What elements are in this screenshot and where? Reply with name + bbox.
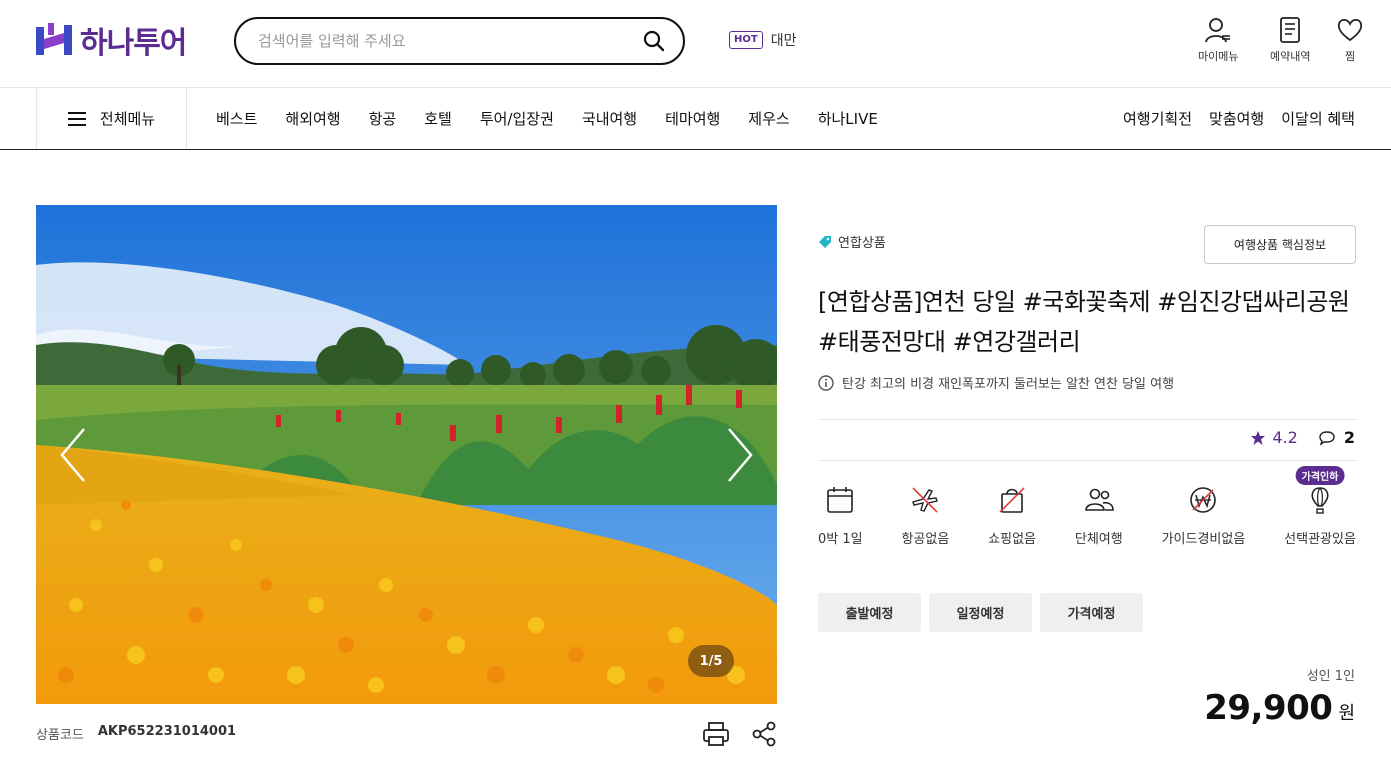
hamburger-icon xyxy=(67,111,86,126)
feature-label: 쇼핑없음 xyxy=(988,532,1037,547)
product-code-row: 상품코드 AKP652231014001 xyxy=(36,724,236,743)
gnb-right: 여행기획전 맞춤여행 이달의 혜택 xyxy=(1123,88,1355,149)
gnb-items: 베스트 해외여행 항공 호텔 투어/입장권 국내여행 테마여행 제우스 하나LI… xyxy=(216,88,878,149)
nav-item-zeus[interactable]: 제우스 xyxy=(748,108,789,129)
tag-icon xyxy=(819,235,831,248)
gallery-counter: 1/5 xyxy=(688,645,734,677)
price-unit-label: 성인 1인 xyxy=(1306,669,1355,684)
nav-item-hana-live[interactable]: 하나LIVE xyxy=(818,108,878,129)
price-currency: 원 xyxy=(1338,703,1355,724)
gallery-prev-arrow[interactable] xyxy=(58,427,88,483)
product-title: [연합상품]연천 당일 #국화꽃축제 #임진강댑싸리공원 #태풍전망대 #연강갤… xyxy=(818,288,1350,356)
util-label: 예약내역 xyxy=(1270,50,1311,63)
feature-label: 단체여행 xyxy=(1074,532,1123,547)
review-count: 2 xyxy=(1343,428,1355,447)
rating-value: 4.2 xyxy=(1272,428,1298,447)
nav-item-monthly-benefits[interactable]: 이달의 혜택 xyxy=(1281,108,1355,129)
nav-item-domestic[interactable]: 국내여행 xyxy=(582,108,637,129)
feature-item: 가격인하 선택관광있음 xyxy=(1284,466,1356,547)
logo-mark-icon xyxy=(36,23,72,55)
no-flight-icon xyxy=(912,487,939,513)
no-shopping-icon xyxy=(999,487,1025,513)
wishlist-button[interactable]: 찜 xyxy=(1336,16,1364,64)
logo-text: 하나투어 xyxy=(80,26,187,61)
hot-keyword-area[interactable]: HOT 대만 xyxy=(729,30,796,50)
hot-keyword[interactable]: 대만 xyxy=(771,30,797,50)
feature-list: 0박 1일 항공없음 쇼핑없음 단체여행 가이드경비없음 가격인하 선택관광있음 xyxy=(818,466,1356,547)
all-menu-button[interactable]: 전체메뉴 xyxy=(36,88,187,149)
util-label: 마이메뉴 xyxy=(1198,50,1239,63)
product-code-label: 상품코드 xyxy=(36,728,84,743)
rating-row: 4.2 2 xyxy=(1250,428,1355,447)
print-icon[interactable] xyxy=(702,720,730,748)
global-nav: 전체메뉴 베스트 해외여행 항공 호텔 투어/입장권 국내여행 테마여행 제우스… xyxy=(0,88,1391,150)
nav-item-promotions[interactable]: 여행기획전 xyxy=(1123,108,1192,129)
tab-itinerary[interactable]: 일정예정 xyxy=(929,593,1032,632)
rating-score: 4.2 xyxy=(1250,428,1298,447)
search-box xyxy=(234,17,685,65)
nav-item-flight[interactable]: 항공 xyxy=(369,108,397,129)
comment-icon xyxy=(1319,430,1335,446)
nav-item-overseas[interactable]: 해외여행 xyxy=(285,108,340,129)
feature-item: 0박 1일 xyxy=(818,484,863,547)
reservations-button[interactable]: 예약내역 xyxy=(1270,16,1310,64)
tab-departure[interactable]: 출발예정 xyxy=(818,593,921,632)
product-tag: 연합상품 xyxy=(818,232,886,251)
heart-icon xyxy=(1337,18,1363,42)
feature-label: 가이드경비없음 xyxy=(1161,532,1246,547)
hot-badge: HOT xyxy=(729,31,763,49)
feature-label: 0박 1일 xyxy=(818,532,863,547)
feature-item: 가이드경비없음 xyxy=(1161,484,1246,547)
calendar-icon xyxy=(827,487,854,513)
price-amount: 29,900 xyxy=(1204,688,1333,728)
nav-item-theme[interactable]: 테마여행 xyxy=(665,108,720,129)
search-input[interactable] xyxy=(258,32,641,50)
no-guide-fee-icon xyxy=(1190,487,1217,513)
feature-item: 단체여행 xyxy=(1075,484,1123,547)
document-icon xyxy=(1280,17,1301,43)
logo[interactable]: 하나투어 xyxy=(36,22,187,61)
feature-item: 쇼핑없음 xyxy=(988,484,1036,547)
nav-item-best[interactable]: 베스트 xyxy=(216,108,257,129)
feature-label: 선택관광있음 xyxy=(1284,532,1356,547)
tag-label: 연합상품 xyxy=(838,236,886,251)
search-button[interactable] xyxy=(641,28,667,54)
star-icon xyxy=(1251,430,1266,445)
product-code-value: AKP652231014001 xyxy=(97,724,237,739)
nav-item-tour-ticket[interactable]: 투어/입장권 xyxy=(480,108,554,129)
share-icon[interactable] xyxy=(750,720,778,748)
gallery-next-arrow[interactable] xyxy=(725,427,755,483)
search-icon xyxy=(643,30,665,52)
divider xyxy=(818,460,1356,461)
price: 29,900 원 xyxy=(1204,688,1355,728)
schedule-tabs: 출발예정 일정예정 가격예정 xyxy=(818,593,1143,632)
divider xyxy=(818,419,1356,420)
balloon-icon xyxy=(1311,487,1329,514)
util-label: 찜 xyxy=(1344,50,1356,63)
share-actions xyxy=(702,720,778,748)
price-drop-badge: 가격인하 xyxy=(1295,466,1345,485)
my-menu-button[interactable]: 마이메뉴 xyxy=(1198,16,1238,64)
review-count-link[interactable]: 2 xyxy=(1318,428,1355,447)
user-icon xyxy=(1205,18,1231,43)
all-menu-label: 전체메뉴 xyxy=(99,110,156,128)
feature-item: 항공없음 xyxy=(901,484,949,547)
header: 하나투어 HOT 대만 마이메뉴 예약내역 xyxy=(0,0,1391,88)
group-icon xyxy=(1084,488,1114,511)
feature-label: 항공없음 xyxy=(901,532,950,547)
product-subtitle: 탄강 최고의 비경 재인폭포까지 둘러보는 알찬 연찬 당일 여행 xyxy=(818,373,1174,392)
subtitle-text: 탄강 최고의 비경 재인폭포까지 둘러보는 알찬 연찬 당일 여행 xyxy=(842,377,1175,392)
product-gallery[interactable]: 1/5 xyxy=(36,205,777,704)
product-photo xyxy=(36,205,777,704)
info-icon xyxy=(818,374,834,391)
nav-item-custom-travel[interactable]: 맞춤여행 xyxy=(1209,108,1264,129)
nav-item-hotel[interactable]: 호텔 xyxy=(424,108,452,129)
key-info-button[interactable]: 여행상품 핵심정보 xyxy=(1204,225,1356,264)
tab-price[interactable]: 가격예정 xyxy=(1040,593,1143,632)
